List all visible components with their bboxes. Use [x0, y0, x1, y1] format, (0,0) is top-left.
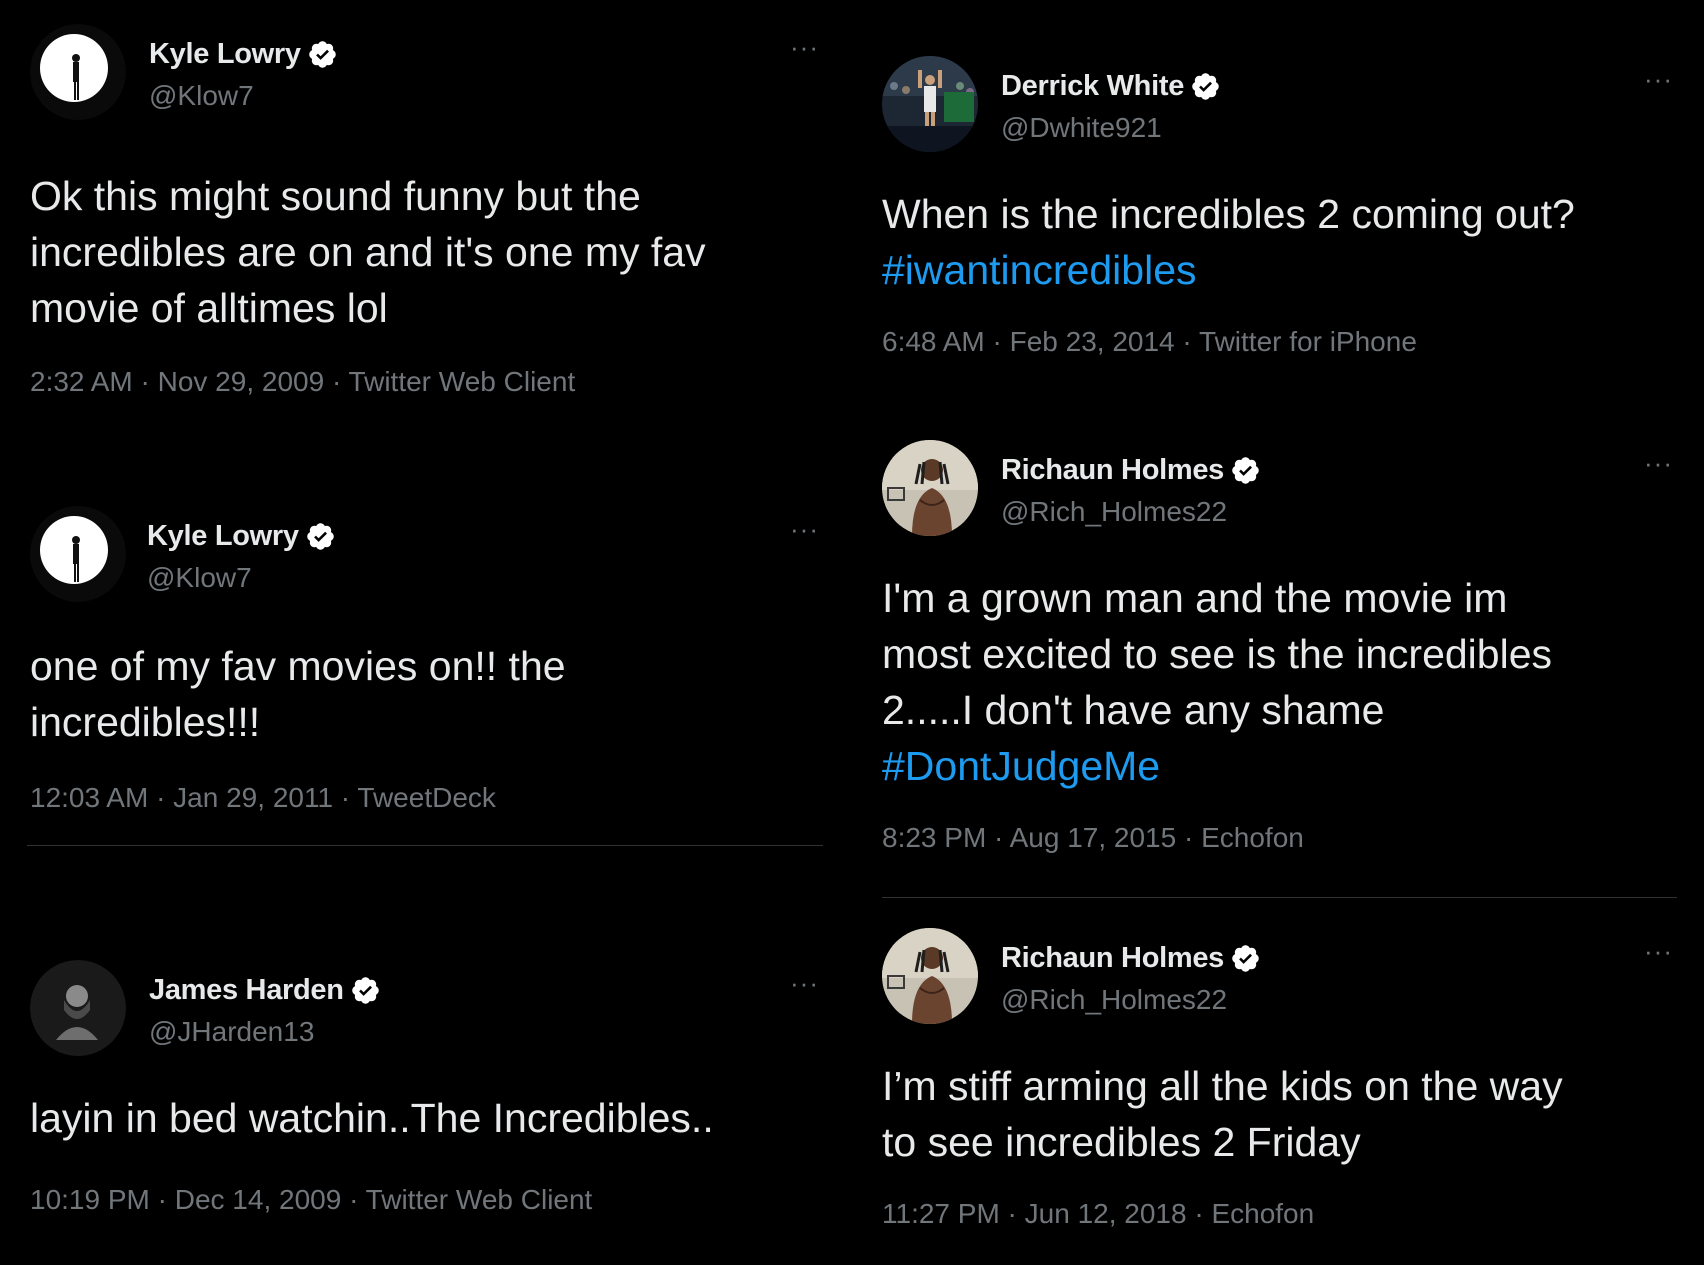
- tweet-text: Ok this might sound funny but the incred…: [30, 168, 820, 336]
- author-row: Derrick White: [1001, 70, 1221, 103]
- more-options-icon[interactable]: ···: [790, 516, 819, 542]
- tweet-text-line: Ok this might sound funny but the: [30, 173, 641, 219]
- author-name[interactable]: Kyle Lowry: [149, 38, 301, 71]
- tweet-text: I'm a grown man and the movie im most ex…: [882, 570, 1672, 794]
- author-handle[interactable]: @Klow7: [147, 562, 252, 594]
- verified-badge-icon: [350, 975, 381, 1006]
- tweet-text-line: movie of alltimes lol: [30, 285, 388, 331]
- tweet-text: I’m stiff arming all the kids on the way…: [882, 1058, 1672, 1170]
- author-name[interactable]: Derrick White: [1001, 70, 1184, 103]
- tweet-card[interactable]: Derrick White @Dwhite921 ··· When is the…: [882, 56, 1672, 358]
- tweet-text-line: I’m stiff arming all the kids on the way: [882, 1063, 1563, 1109]
- more-options-icon[interactable]: ···: [790, 34, 819, 60]
- verified-badge-icon: [1230, 455, 1261, 486]
- avatar[interactable]: [30, 24, 126, 120]
- tweet-card[interactable]: Kyle Lowry @Klow7 ··· one of my fav movi…: [30, 506, 820, 814]
- author-handle[interactable]: @Klow7: [149, 80, 254, 112]
- tweet-timestamp[interactable]: 6:48 AM · Feb 23, 2014 · Twitter for iPh…: [882, 326, 1672, 358]
- hashtag-link[interactable]: #DontJudgeMe: [882, 738, 1672, 794]
- tweet-timestamp[interactable]: 10:19 PM · Dec 14, 2009 · Twitter Web Cl…: [30, 1184, 820, 1216]
- tweet-header: Richaun Holmes @Rich_Holmes22 ···: [882, 440, 1672, 540]
- avatar[interactable]: [882, 56, 978, 152]
- avatar[interactable]: [30, 960, 126, 1056]
- tweet-text-line: 2.....I don't have any shame: [882, 687, 1385, 733]
- verified-badge-icon: [305, 521, 336, 552]
- tweet-card[interactable]: James Harden @JHarden13 ··· layin in bed…: [30, 960, 820, 1216]
- author-name[interactable]: Richaun Holmes: [1001, 942, 1224, 975]
- verified-badge-icon: [1230, 943, 1261, 974]
- tweet-header: Richaun Holmes @Rich_Holmes22 ···: [882, 928, 1672, 1028]
- tweet-text-line: most excited to see is the incredibles: [882, 631, 1552, 677]
- author-name[interactable]: James Harden: [149, 974, 344, 1007]
- verified-badge-icon: [1190, 71, 1221, 102]
- more-options-icon[interactable]: ···: [1644, 938, 1673, 964]
- author-handle[interactable]: @JHarden13: [149, 1016, 314, 1048]
- tweet-text-line: layin in bed watchin..The Incredibles..: [30, 1095, 714, 1141]
- avatar[interactable]: [30, 506, 126, 602]
- tweet-timestamp[interactable]: 8:23 PM · Aug 17, 2015 · Echofon: [882, 822, 1672, 854]
- more-options-icon[interactable]: ···: [1644, 450, 1673, 476]
- tweet-header: James Harden @JHarden13 ···: [30, 960, 820, 1060]
- tweet-card[interactable]: Richaun Holmes @Rich_Holmes22 ··· I’m st…: [882, 928, 1672, 1230]
- author-handle[interactable]: @Dwhite921: [1001, 112, 1162, 144]
- more-options-icon[interactable]: ···: [1644, 66, 1673, 92]
- hashtag-link[interactable]: #iwantincredibles: [882, 242, 1672, 298]
- verified-badge-icon: [307, 39, 338, 70]
- tweet-header: Kyle Lowry @Klow7 ···: [30, 24, 820, 124]
- more-options-icon[interactable]: ···: [790, 970, 819, 996]
- tweet-divider: [882, 897, 1677, 898]
- tweet-text-line: incredibles!!!: [30, 699, 261, 745]
- tweet-card[interactable]: Kyle Lowry @Klow7 ··· Ok this might soun…: [30, 24, 820, 398]
- tweet-timestamp[interactable]: 2:32 AM · Nov 29, 2009 · Twitter Web Cli…: [30, 366, 820, 398]
- author-row: Kyle Lowry: [149, 38, 338, 71]
- tweet-text: When is the incredibles 2 coming out? #i…: [882, 186, 1672, 298]
- tweet-card[interactable]: Richaun Holmes @Rich_Holmes22 ··· I'm a …: [882, 440, 1672, 854]
- author-row: James Harden: [149, 974, 381, 1007]
- tweet-text: one of my fav movies on!! the incredible…: [30, 638, 820, 750]
- tweet-timestamp[interactable]: 12:03 AM · Jan 29, 2011 · TweetDeck: [30, 782, 820, 814]
- avatar[interactable]: [882, 928, 978, 1024]
- author-name[interactable]: Kyle Lowry: [147, 520, 299, 553]
- tweet-header: Kyle Lowry @Klow7 ···: [30, 506, 820, 606]
- author-row: Richaun Holmes: [1001, 454, 1261, 487]
- tweet-header: Derrick White @Dwhite921 ···: [882, 56, 1672, 156]
- tweet-text-line: When is the incredibles 2 coming out?: [882, 191, 1575, 237]
- tweet-divider: [27, 845, 823, 846]
- author-row: Richaun Holmes: [1001, 942, 1261, 975]
- tweet-text: layin in bed watchin..The Incredibles..: [30, 1090, 820, 1146]
- author-handle[interactable]: @Rich_Holmes22: [1001, 496, 1227, 528]
- tweet-text-line: one of my fav movies on!! the: [30, 643, 566, 689]
- author-name[interactable]: Richaun Holmes: [1001, 454, 1224, 487]
- tweet-text-line: to see incredibles 2 Friday: [882, 1119, 1361, 1165]
- tweet-timestamp[interactable]: 11:27 PM · Jun 12, 2018 · Echofon: [882, 1198, 1672, 1230]
- tweet-text-line: I'm a grown man and the movie im: [882, 575, 1508, 621]
- tweet-text-line: incredibles are on and it's one my fav: [30, 229, 706, 275]
- author-row: Kyle Lowry: [147, 520, 336, 553]
- avatar[interactable]: [882, 440, 978, 536]
- author-handle[interactable]: @Rich_Holmes22: [1001, 984, 1227, 1016]
